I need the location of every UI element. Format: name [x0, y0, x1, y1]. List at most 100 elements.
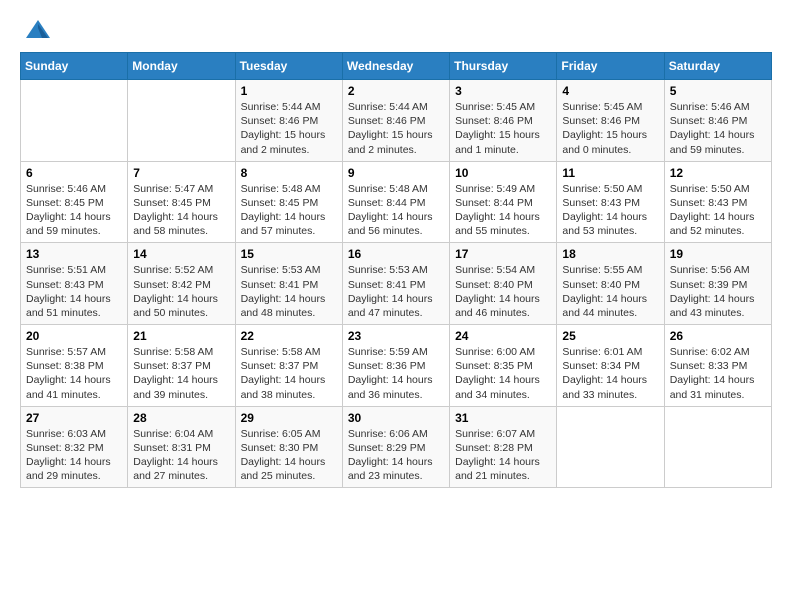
day-info: Sunrise: 5:52 AMSunset: 8:42 PMDaylight:…	[133, 263, 229, 320]
calendar-week-5: 27Sunrise: 6:03 AMSunset: 8:32 PMDayligh…	[21, 406, 772, 488]
calendar-cell: 15 Sunrise: 5:53 AMSunset: 8:41 PMDayligh…	[235, 243, 342, 325]
day-info: Sunrise: 5:57 AMSunset: 8:38 PMDaylight:…	[26, 345, 122, 402]
day-info: Sunrise: 5:53 AMSunset: 8:41 PMDaylight:…	[348, 263, 444, 320]
day-info: Sunrise: 6:04 AMSunset: 8:31 PMDaylight:…	[133, 427, 229, 484]
day-number: 6	[26, 166, 122, 180]
day-info: Sunrise: 5:50 AMSunset: 8:43 PMDaylight:…	[562, 182, 658, 239]
calendar-week-3: 13 Sunrise: 5:51 AMSunset: 8:43 PMDayligh…	[21, 243, 772, 325]
calendar-cell: 11Sunrise: 5:50 AMSunset: 8:43 PMDayligh…	[557, 161, 664, 243]
calendar-cell: 27Sunrise: 6:03 AMSunset: 8:32 PMDayligh…	[21, 406, 128, 488]
day-number: 17	[455, 247, 551, 261]
header-sunday: Sunday	[21, 53, 128, 80]
calendar-cell: 20 Sunrise: 5:57 AMSunset: 8:38 PMDayligh…	[21, 325, 128, 407]
day-info: Sunrise: 5:53 AMSunset: 8:41 PMDaylight:…	[241, 263, 337, 320]
day-number: 7	[133, 166, 229, 180]
day-number: 8	[241, 166, 337, 180]
header-friday: Friday	[557, 53, 664, 80]
day-number: 16	[348, 247, 444, 261]
day-number: 9	[348, 166, 444, 180]
day-number: 2	[348, 84, 444, 98]
day-number: 15	[241, 247, 337, 261]
calendar-cell: 13 Sunrise: 5:51 AMSunset: 8:43 PMDayligh…	[21, 243, 128, 325]
calendar-cell: 6 Sunrise: 5:46 AMSunset: 8:45 PMDaylight…	[21, 161, 128, 243]
day-info: Sunrise: 5:59 AMSunset: 8:36 PMDaylight:…	[348, 345, 444, 402]
day-info: Sunrise: 5:58 AMSunset: 8:37 PMDaylight:…	[133, 345, 229, 402]
day-number: 28	[133, 411, 229, 425]
day-number: 29	[241, 411, 337, 425]
day-number: 10	[455, 166, 551, 180]
day-number: 4	[562, 84, 658, 98]
day-info: Sunrise: 5:55 AMSunset: 8:40 PMDaylight:…	[562, 263, 658, 320]
calendar-cell: 23 Sunrise: 5:59 AMSunset: 8:36 PMDayligh…	[342, 325, 449, 407]
calendar-cell: 28 Sunrise: 6:04 AMSunset: 8:31 PMDayligh…	[128, 406, 235, 488]
day-number: 25	[562, 329, 658, 343]
calendar-cell	[128, 80, 235, 162]
calendar-cell: 3 Sunrise: 5:45 AMSunset: 8:46 PMDaylight…	[450, 80, 557, 162]
day-info: Sunrise: 5:48 AMSunset: 8:45 PMDaylight:…	[241, 182, 337, 239]
calendar-cell: 16 Sunrise: 5:53 AMSunset: 8:41 PMDayligh…	[342, 243, 449, 325]
calendar-cell: 31 Sunrise: 6:07 AMSunset: 8:28 PMDayligh…	[450, 406, 557, 488]
logo	[20, 16, 52, 44]
day-info: Sunrise: 5:56 AMSunset: 8:39 PMDaylight:…	[670, 263, 766, 320]
day-info: Sunrise: 6:02 AMSunset: 8:33 PMDaylight:…	[670, 345, 766, 402]
day-info: Sunrise: 5:51 AMSunset: 8:43 PMDaylight:…	[26, 263, 122, 320]
calendar-cell	[21, 80, 128, 162]
day-info: Sunrise: 6:05 AMSunset: 8:30 PMDaylight:…	[241, 427, 337, 484]
day-number: 26	[670, 329, 766, 343]
day-info: Sunrise: 5:45 AMSunset: 8:46 PMDaylight:…	[455, 100, 551, 157]
header-wednesday: Wednesday	[342, 53, 449, 80]
day-number: 5	[670, 84, 766, 98]
day-number: 31	[455, 411, 551, 425]
calendar-table: SundayMondayTuesdayWednesdayThursdayFrid…	[20, 52, 772, 488]
day-number: 22	[241, 329, 337, 343]
calendar-cell: 18 Sunrise: 5:55 AMSunset: 8:40 PMDayligh…	[557, 243, 664, 325]
day-number: 3	[455, 84, 551, 98]
day-info: Sunrise: 5:49 AMSunset: 8:44 PMDaylight:…	[455, 182, 551, 239]
day-number: 23	[348, 329, 444, 343]
calendar-cell: 4 Sunrise: 5:45 AMSunset: 8:46 PMDaylight…	[557, 80, 664, 162]
header-thursday: Thursday	[450, 53, 557, 80]
day-number: 20	[26, 329, 122, 343]
calendar-week-2: 6 Sunrise: 5:46 AMSunset: 8:45 PMDaylight…	[21, 161, 772, 243]
day-number: 1	[241, 84, 337, 98]
day-info: Sunrise: 6:01 AMSunset: 8:34 PMDaylight:…	[562, 345, 658, 402]
day-number: 12	[670, 166, 766, 180]
day-number: 13	[26, 247, 122, 261]
calendar-cell: 14 Sunrise: 5:52 AMSunset: 8:42 PMDayligh…	[128, 243, 235, 325]
day-info: Sunrise: 6:07 AMSunset: 8:28 PMDaylight:…	[455, 427, 551, 484]
calendar-cell: 19 Sunrise: 5:56 AMSunset: 8:39 PMDayligh…	[664, 243, 771, 325]
day-info: Sunrise: 5:44 AMSunset: 8:46 PMDaylight:…	[241, 100, 337, 157]
day-number: 30	[348, 411, 444, 425]
day-info: Sunrise: 6:00 AMSunset: 8:35 PMDaylight:…	[455, 345, 551, 402]
calendar-cell: 8 Sunrise: 5:48 AMSunset: 8:45 PMDaylight…	[235, 161, 342, 243]
day-number: 24	[455, 329, 551, 343]
calendar-cell: 22 Sunrise: 5:58 AMSunset: 8:37 PMDayligh…	[235, 325, 342, 407]
header-tuesday: Tuesday	[235, 53, 342, 80]
calendar-week-1: 1 Sunrise: 5:44 AMSunset: 8:46 PMDaylight…	[21, 80, 772, 162]
calendar-cell: 7Sunrise: 5:47 AMSunset: 8:45 PMDaylight…	[128, 161, 235, 243]
day-number: 21	[133, 329, 229, 343]
day-info: Sunrise: 5:45 AMSunset: 8:46 PMDaylight:…	[562, 100, 658, 157]
day-info: Sunrise: 5:48 AMSunset: 8:44 PMDaylight:…	[348, 182, 444, 239]
day-number: 18	[562, 247, 658, 261]
day-info: Sunrise: 6:03 AMSunset: 8:32 PMDaylight:…	[26, 427, 122, 484]
header	[20, 16, 772, 44]
calendar-cell	[664, 406, 771, 488]
day-number: 14	[133, 247, 229, 261]
calendar-cell	[557, 406, 664, 488]
day-info: Sunrise: 5:54 AMSunset: 8:40 PMDaylight:…	[455, 263, 551, 320]
day-info: Sunrise: 5:46 AMSunset: 8:45 PMDaylight:…	[26, 182, 122, 239]
calendar-cell: 30 Sunrise: 6:06 AMSunset: 8:29 PMDayligh…	[342, 406, 449, 488]
day-info: Sunrise: 5:44 AMSunset: 8:46 PMDaylight:…	[348, 100, 444, 157]
calendar-cell: 17 Sunrise: 5:54 AMSunset: 8:40 PMDayligh…	[450, 243, 557, 325]
calendar-cell: 29 Sunrise: 6:05 AMSunset: 8:30 PMDayligh…	[235, 406, 342, 488]
day-info: Sunrise: 6:06 AMSunset: 8:29 PMDaylight:…	[348, 427, 444, 484]
logo-icon	[24, 16, 52, 44]
calendar-cell: 12Sunrise: 5:50 AMSunset: 8:43 PMDayligh…	[664, 161, 771, 243]
calendar-cell: 5 Sunrise: 5:46 AMSunset: 8:46 PMDaylight…	[664, 80, 771, 162]
day-number: 19	[670, 247, 766, 261]
day-info: Sunrise: 5:58 AMSunset: 8:37 PMDaylight:…	[241, 345, 337, 402]
calendar-cell: 26 Sunrise: 6:02 AMSunset: 8:33 PMDayligh…	[664, 325, 771, 407]
calendar-cell: 10 Sunrise: 5:49 AMSunset: 8:44 PMDayligh…	[450, 161, 557, 243]
day-info: Sunrise: 5:46 AMSunset: 8:46 PMDaylight:…	[670, 100, 766, 157]
